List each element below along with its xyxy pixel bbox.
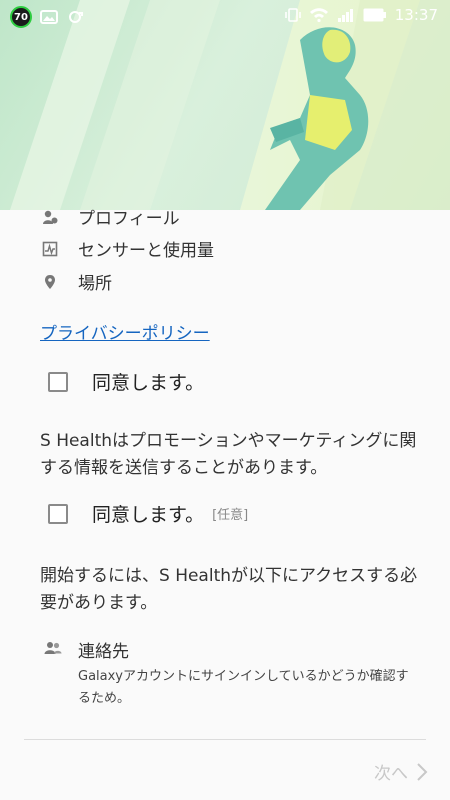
notification-count-badge: 70: [10, 6, 32, 28]
contacts-label: 連絡先: [78, 642, 129, 662]
wifi-icon: [309, 8, 328, 23]
agree-optional-checkbox[interactable]: [48, 503, 68, 524]
profile-icon: [42, 209, 58, 225]
permission-label: 場所: [78, 274, 112, 294]
sensor-icon: [42, 241, 58, 257]
next-label: 次へ: [374, 764, 408, 784]
location-icon: [42, 274, 58, 290]
sync-icon: [69, 11, 83, 23]
marketing-text: S Healthはプロモーションやマーケティングに関する情報を送信することがあり…: [40, 431, 417, 478]
agree-optional-row[interactable]: 同意します。 [任意]: [48, 500, 248, 527]
permission-item-profile: プロフィール: [42, 204, 180, 229]
battery-icon: [363, 8, 386, 22]
agree-required-row[interactable]: 同意します。: [48, 368, 204, 395]
permission-label: センサーと使用量: [78, 241, 214, 261]
status-bar: 70 13:37: [0, 0, 450, 32]
privacy-policy-link[interactable]: プライバシーポリシー: [40, 319, 210, 344]
clock: 13:37: [394, 6, 438, 24]
image-notification-icon: [40, 10, 58, 24]
optional-tag: [任意]: [212, 508, 249, 523]
contacts-description: Galaxyアカウントにサインインしているかどうか確認するため。: [78, 669, 409, 706]
agree-required-checkbox[interactable]: [48, 371, 68, 392]
next-button[interactable]: 次へ: [374, 759, 428, 784]
consent-content: プロフィール センサーと使用量 場所 プライバシーポリシー 同意します。 S H…: [0, 209, 450, 800]
signal-icon: [337, 9, 353, 22]
contacts-icon: [44, 640, 62, 660]
footer-divider: [24, 739, 426, 740]
vibrate-icon: [284, 8, 301, 22]
permission-item-location: 場所: [42, 269, 112, 294]
access-text: 開始するには、S Healthが以下にアクセスする必要があります。: [40, 566, 418, 613]
permission-item-contacts: 連絡先: [44, 637, 129, 662]
agree-optional-label: 同意します。: [92, 504, 205, 526]
agree-required-label: 同意します。: [92, 372, 205, 394]
permission-label: プロフィール: [78, 209, 180, 229]
chevron-right-icon: [417, 762, 428, 781]
permission-item-sensor: センサーと使用量: [42, 236, 214, 261]
